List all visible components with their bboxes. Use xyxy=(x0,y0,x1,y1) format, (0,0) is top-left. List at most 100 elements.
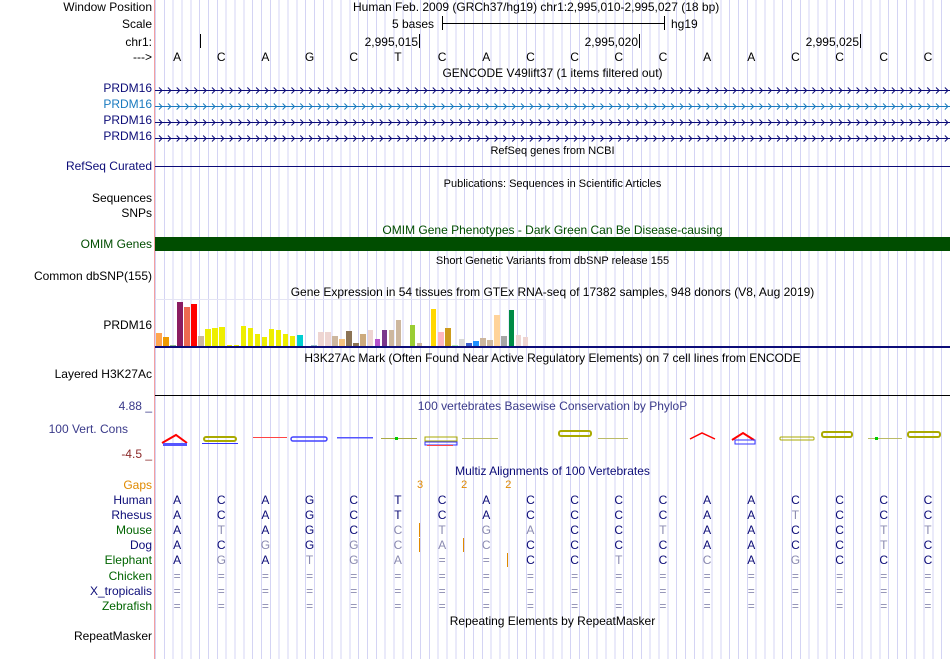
base-letter: A xyxy=(703,50,712,64)
gtex-tissue-bar[interactable] xyxy=(240,326,247,347)
gaps-label[interactable]: Gaps xyxy=(123,478,152,492)
gtex-tissue-bar[interactable] xyxy=(212,328,218,347)
aligned-base: C xyxy=(526,508,535,523)
species-label[interactable]: X_tropicalis xyxy=(90,584,152,598)
aligned-base: T xyxy=(659,523,667,538)
phylop-label[interactable]: 100 Vert. Cons xyxy=(49,422,128,436)
gtex-tissue-bar[interactable] xyxy=(508,310,514,347)
aligned-base: C xyxy=(349,523,359,538)
aligned-base: C xyxy=(570,553,579,568)
aligned-base: C xyxy=(702,553,712,568)
gtex-tissue-bar[interactable] xyxy=(156,333,162,347)
aligned-base: C xyxy=(835,538,844,553)
gtex-tissue-bar[interactable] xyxy=(395,320,402,347)
h3k27ac-title: H3K27Ac Mark (Often Found Near Active Re… xyxy=(304,351,801,365)
gene-model-PRDM16[interactable] xyxy=(155,132,950,142)
base-letter: G xyxy=(304,50,315,64)
gtex-tissue-bar[interactable] xyxy=(177,302,183,347)
gtex-tissue-bar[interactable] xyxy=(318,332,324,347)
aligned-base: A xyxy=(703,523,712,538)
aligned-base: = xyxy=(747,583,755,598)
aligned-base: T xyxy=(791,508,800,523)
species-label[interactable]: Zebrafish xyxy=(102,599,152,613)
gene-label[interactable]: PRDM16 xyxy=(103,81,152,95)
species-label[interactable]: Elephant xyxy=(105,553,152,567)
species-label[interactable]: Chicken xyxy=(109,569,152,583)
aligned-base: A xyxy=(703,493,712,507)
species-label[interactable]: Human xyxy=(113,493,152,507)
aligned-base: C xyxy=(526,538,535,553)
gtex-baseline xyxy=(155,346,950,348)
aligned-base: = xyxy=(791,568,799,583)
gene-model-PRDM16[interactable] xyxy=(155,84,950,94)
h3k27ac-label[interactable]: Layered H3K27Ac xyxy=(55,367,152,381)
aligned-base: A xyxy=(393,553,402,568)
repeatmasker-label[interactable]: RepeatMasker xyxy=(74,629,152,643)
omim-gene-bar[interactable] xyxy=(155,237,950,251)
snps-label[interactable]: SNPs xyxy=(121,206,152,220)
gtex-tissue-bar[interactable] xyxy=(184,307,190,347)
aligned-base: C xyxy=(570,508,579,523)
aligned-base: T xyxy=(217,523,225,538)
aligned-base: C xyxy=(923,553,933,568)
aligned-base: = xyxy=(880,568,888,583)
aligned-base: C xyxy=(481,538,491,553)
gtex-tissue-bar[interactable] xyxy=(409,325,416,347)
gene-label[interactable]: PRDM16 xyxy=(103,97,152,111)
omim-label[interactable]: OMIM Genes xyxy=(81,237,152,251)
aligned-base: = xyxy=(615,583,623,598)
refseq-label[interactable]: RefSeq Curated xyxy=(66,159,152,173)
gtex-tissue-bar[interactable] xyxy=(367,330,373,347)
aligned-base: G xyxy=(216,553,226,568)
gtex-tissue-bar[interactable] xyxy=(219,327,225,347)
aligned-base: = xyxy=(173,583,181,598)
aligned-base: C xyxy=(570,538,579,553)
aligned-base: = xyxy=(791,598,799,613)
aligned-base: A xyxy=(747,538,756,553)
gtex-tissue-bar[interactable] xyxy=(346,331,352,347)
gene-model-PRDM16[interactable] xyxy=(155,116,950,126)
gtex-tissue-bar[interactable] xyxy=(247,328,254,347)
gtex-tissue-bar[interactable] xyxy=(438,332,444,347)
base-letter: C xyxy=(349,50,359,64)
aligned-base: G xyxy=(304,523,315,538)
gtex-tissue-bar[interactable] xyxy=(445,328,451,347)
gencode-title: GENCODE V49lift37 (1 items filtered out) xyxy=(442,66,663,80)
aligned-base: = xyxy=(394,598,402,613)
species-label[interactable]: Dog xyxy=(130,538,152,552)
aligned-base: = xyxy=(394,583,402,598)
aligned-base: T xyxy=(394,493,402,507)
base-letter: C xyxy=(216,50,226,64)
dbsnp-label[interactable]: Common dbSNP(155) xyxy=(34,269,152,283)
gtex-tissue-bar[interactable] xyxy=(268,329,275,347)
gene-model-PRDM16[interactable] xyxy=(155,100,950,110)
aligned-base: = xyxy=(836,598,844,613)
aligned-base: C xyxy=(923,493,933,507)
aligned-base: C xyxy=(216,493,226,507)
gtex-tissue-bar[interactable] xyxy=(388,330,395,347)
aligned-base: C xyxy=(614,508,624,523)
aligned-base: = xyxy=(880,583,888,598)
gtex-tissue-bar[interactable] xyxy=(494,315,500,347)
sequences-label[interactable]: Sequences xyxy=(92,191,152,205)
aligned-base: C xyxy=(658,538,668,553)
base-letter: C xyxy=(614,50,624,64)
gtex-tissue-bar[interactable] xyxy=(381,330,388,347)
gene-label[interactable]: PRDM16 xyxy=(103,113,152,127)
species-label[interactable]: Mouse xyxy=(116,523,152,537)
aligned-base: = xyxy=(615,568,623,583)
aligned-base: = xyxy=(261,583,269,598)
aligned-base: T xyxy=(438,523,446,538)
aligned-base: C xyxy=(614,538,624,553)
scale-label: Scale xyxy=(121,17,152,31)
gtex-bar-chart[interactable] xyxy=(155,299,546,347)
gtex-tissue-bar[interactable] xyxy=(430,309,437,347)
aligned-base: = xyxy=(438,598,446,613)
gtex-tissue-bar[interactable] xyxy=(325,332,331,347)
gtex-label[interactable]: PRDM16 xyxy=(103,318,152,332)
gtex-tissue-bar[interactable] xyxy=(191,304,197,347)
gene-label[interactable]: PRDM16 xyxy=(103,129,152,143)
species-label[interactable]: Rhesus xyxy=(111,508,152,522)
gtex-tissue-bar[interactable] xyxy=(275,330,282,347)
gtex-tissue-bar[interactable] xyxy=(205,329,211,347)
